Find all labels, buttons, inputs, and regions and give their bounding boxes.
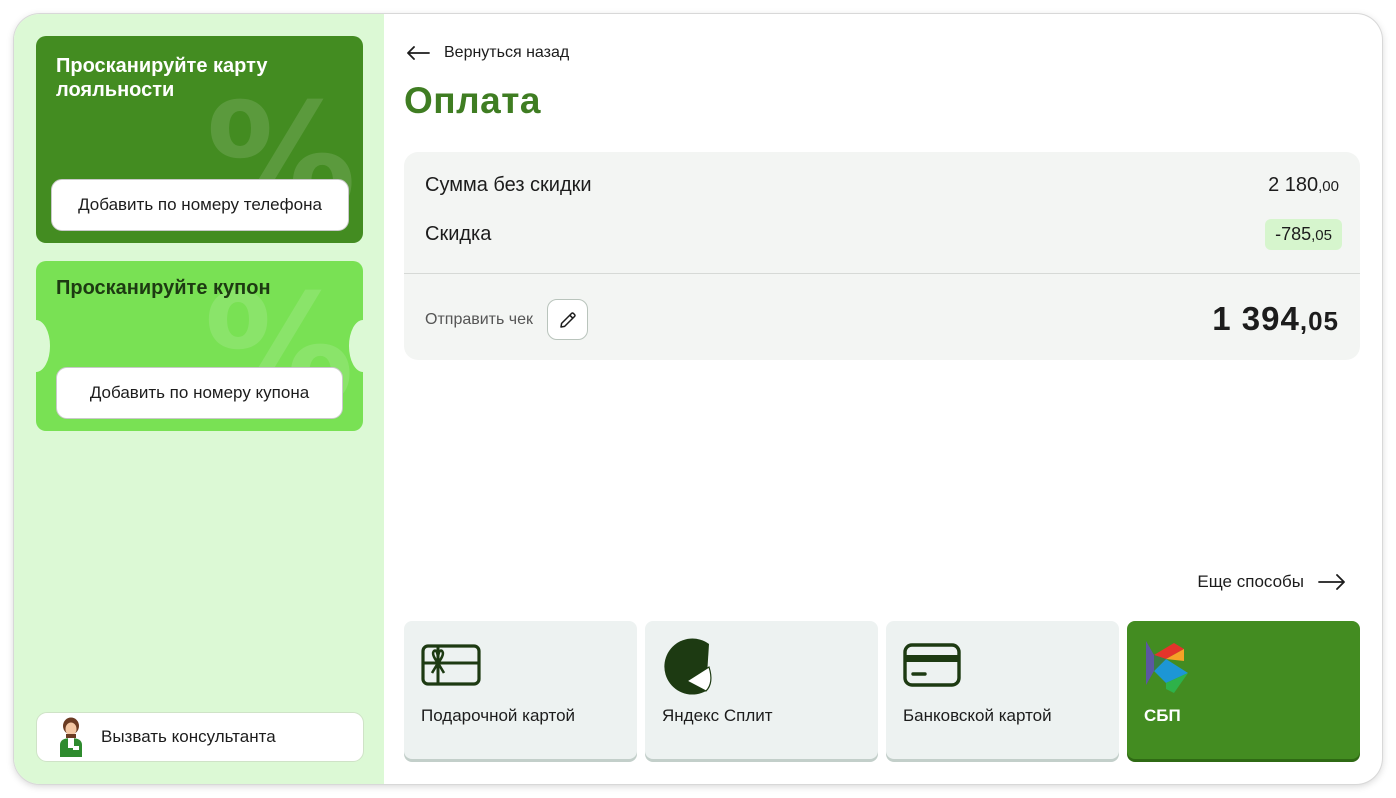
loyalty-card-title: Просканируйте карту лояльности (56, 55, 268, 101)
discount-label: Скидка (425, 223, 492, 245)
add-by-coupon-button[interactable]: Добавить по номеру купона (56, 367, 343, 419)
more-methods-label: Еще способы (1197, 572, 1304, 591)
discount-kop: ,05 (1311, 227, 1332, 244)
coupon-panel: % Просканируйте купон Добавить по номеру… (36, 261, 363, 431)
bank-card-label: Банковской картой (903, 706, 1052, 725)
sbp-logo-icon (1146, 641, 1188, 693)
coupon-notch-left (36, 320, 50, 372)
discount-rub: -785 (1275, 224, 1312, 244)
arrow-right-icon (1318, 574, 1345, 590)
order-summary: Сумма без скидки 2 180,00 Скидка -785,05… (404, 152, 1360, 360)
call-consultant-button[interactable]: Вызвать консультанта (36, 712, 364, 762)
pay-sbp-button[interactable]: СБП (1127, 621, 1360, 759)
send-receipt: Отправить чек (425, 299, 589, 340)
yandex-split-icon (664, 638, 712, 695)
pay-yandex-split-button[interactable]: Яндекс Сплит (645, 621, 878, 759)
pay-bank-card-button[interactable]: Банковской картой (886, 621, 1119, 759)
sbp-label: СБП (1144, 706, 1181, 725)
gift-card-icon (421, 644, 481, 686)
discount-badge: -785,05 (1265, 219, 1342, 250)
add-by-phone-button[interactable]: Добавить по номеру телефона (51, 179, 349, 231)
consultant-avatar-icon (60, 717, 82, 757)
subtotal-value: 2 180,00 (1268, 174, 1339, 197)
subtotal-label: Сумма без скидки (425, 174, 592, 196)
discount-row: Скидка -785,05 (425, 219, 1342, 250)
total-amount: 1 394,05 (1212, 300, 1339, 338)
sidebar: % Просканируйте карту лояльности Добавит… (14, 14, 384, 784)
subtotal-rub: 2 180 (1268, 174, 1319, 196)
more-methods-link[interactable]: Еще способы (1197, 572, 1346, 592)
main-panel: Вернуться назад Оплата Сумма без скидки … (384, 14, 1382, 784)
back-link[interactable]: Вернуться назад (406, 44, 569, 62)
send-receipt-label: Отправить чек (425, 310, 534, 328)
yandex-split-label: Яндекс Сплит (662, 706, 773, 725)
subtotal-kop: ,00 (1318, 178, 1339, 195)
arrow-left-icon (407, 46, 430, 60)
edit-receipt-button[interactable] (547, 299, 589, 340)
subtotal-row: Сумма без скидки 2 180,00 (425, 174, 1339, 197)
coupon-title: Просканируйте купон (56, 277, 271, 299)
loyalty-card-panel: % Просканируйте карту лояльности Добавит… (36, 36, 363, 243)
gift-card-label: Подарочной картой (421, 706, 576, 725)
back-label: Вернуться назад (444, 44, 570, 61)
call-consultant-label: Вызвать консультанта (101, 727, 276, 746)
app-window: % Просканируйте карту лояльности Добавит… (14, 14, 1382, 784)
pencil-icon (559, 311, 576, 328)
total-rub: 1 394 (1212, 300, 1300, 337)
bank-card-icon (903, 643, 961, 687)
total-kop: ,05 (1299, 306, 1339, 336)
summary-divider (404, 273, 1360, 274)
pay-gift-card-button[interactable]: Подарочной картой (404, 621, 637, 759)
page-title: Оплата (404, 80, 541, 121)
